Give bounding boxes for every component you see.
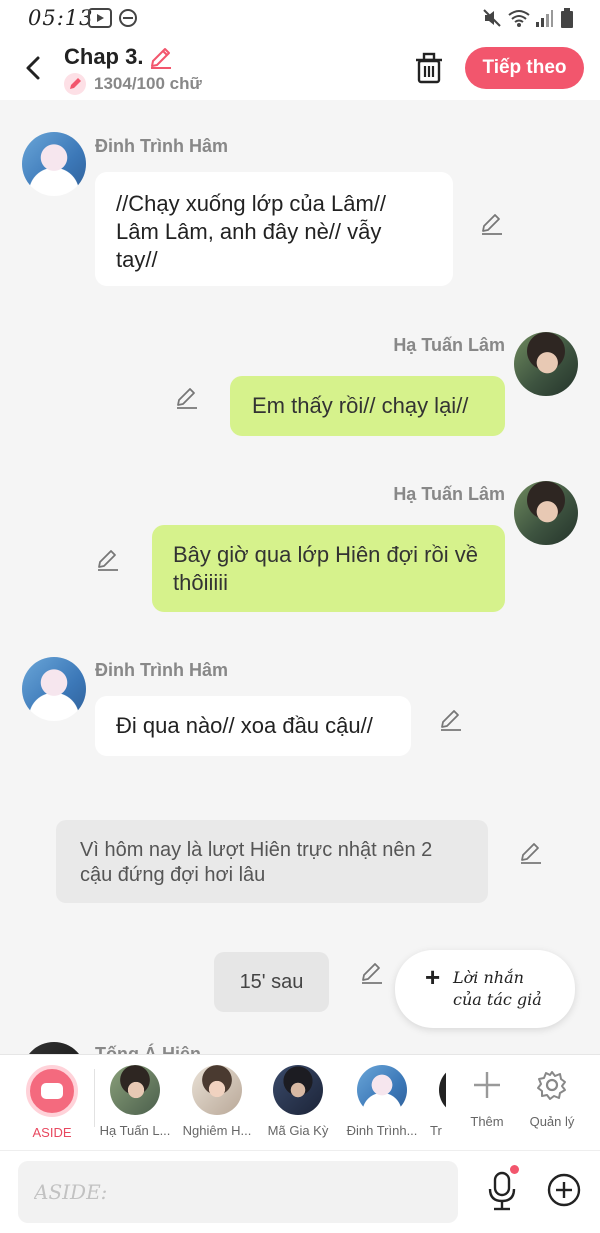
edit-narration-icon[interactable] [518,839,544,865]
character-partial[interactable]: Tr [424,1065,446,1138]
author-note-label: Lời nhắn [453,968,524,987]
narration-line: Vì hôm nay là lượt Hiên trực nhật nên 2 [80,839,433,861]
message-bubble[interactable]: Em thấy rồi// chạy lại// [230,376,505,436]
narration-line: cậu đứng đợi hơi lâu [80,864,266,886]
avatar-dinh-trinh-ham[interactable] [22,657,86,721]
speaker-name: Hạ Tuấn Lâm [393,484,505,504]
status-time: 05:13 [28,6,94,30]
avatar-ha-tuan-lam[interactable] [514,332,578,396]
message-bubble[interactable]: Đi qua nào// xoa đầu cậu// [95,696,411,756]
message-bubble[interactable]: Bây giờ qua lớp Hiên đợi rồi về thôiiiii [152,525,505,612]
character-nghiem-hao-tuong[interactable]: Nghiêm H... [177,1065,257,1138]
speaker-name: Tống Á Hiên [95,1044,201,1054]
mute-icon [483,9,501,27]
add-character-button[interactable]: Thêm [460,1069,514,1129]
back-arrow-icon[interactable] [18,50,50,86]
character-name: Mã Gia Kỳ [267,1123,329,1138]
character-name: Nghiêm H... [182,1123,252,1138]
avatar [110,1065,160,1115]
character-ha-tuan-lam[interactable]: Hạ Tuấn L... [95,1065,175,1138]
manage-label: Quản lý [529,1114,575,1129]
word-count: 1304/100 chữ [94,74,202,93]
edit-title-icon[interactable] [148,44,174,70]
microphone-icon[interactable] [484,1169,520,1213]
character-dinh-trinh-ham[interactable]: Đinh Trình... [342,1065,422,1138]
character-ma-gia-ky[interactable]: Mã Gia Kỳ [258,1065,338,1138]
manage-button[interactable]: Quản lý [524,1069,580,1129]
next-button[interactable]: Tiếp theo [465,47,584,89]
chapter-title[interactable]: Chap 3. [64,44,143,70]
avatar-ha-tuan-lam[interactable] [514,481,578,545]
battery-icon [561,8,573,28]
character-name: Hạ Tuấn L... [99,1123,171,1138]
narration-block[interactable]: Vì hôm nay là lượt Hiên trực nhật nên 2 … [56,820,488,903]
edit-message-icon[interactable] [438,706,464,732]
trash-icon[interactable] [412,50,446,86]
author-note-label: của tác giả [453,990,542,1009]
aside-icon [41,1083,63,1099]
edit-message-icon[interactable] [479,210,505,236]
aside-tab-label: ASIDE [32,1125,72,1140]
message-line: Đi qua nào// xoa đầu cậu// [116,713,373,738]
word-count-badge [64,73,86,95]
avatar-tong-a-hien[interactable] [22,1042,86,1054]
speaker-name: Hạ Tuấn Lâm [393,335,505,355]
time-skip-chip[interactable]: 15' sau [214,952,329,1012]
speaker-name: Đinh Trình Hâm [95,136,229,156]
input-bar [0,1150,600,1233]
status-bar: 05:13 [0,0,600,36]
pencil-icon [70,78,81,89]
avatar [439,1065,446,1115]
gear-icon [537,1071,566,1100]
message-line: Bây giờ qua lớp Hiên đợi rồi về [173,542,478,567]
notification-dot [510,1165,519,1174]
avatar [357,1065,407,1115]
message-line: thôiiiii [173,570,229,595]
wifi-icon [508,10,530,27]
signal-icon [536,10,553,27]
do-not-disturb-icon [119,9,137,27]
aside-tab-button[interactable] [26,1065,78,1117]
aside-input[interactable] [18,1161,458,1223]
character-name: Đinh Trình... [346,1123,418,1138]
speaker-name: Đinh Trình Hâm [95,660,229,680]
message-line: Lâm Lâm, anh đây nè// vẫy [116,219,382,244]
message-line: Em thấy rồi// chạy lại// [252,393,469,418]
message-line: tay// [116,247,158,272]
edit-time-chip-icon[interactable] [359,959,385,985]
edit-message-icon[interactable] [95,546,121,572]
message-bubble[interactable]: //Chạy xuống lớp của Lâm// Lâm Lâm, anh … [95,172,453,286]
message-line: //Chạy xuống lớp của Lâm// [116,191,387,216]
avatar-dinh-trinh-ham[interactable] [22,132,86,196]
plus-icon [474,1072,500,1098]
avatar [273,1065,323,1115]
edit-message-icon[interactable] [174,384,200,410]
video-player-icon [88,8,112,28]
avatar [192,1065,242,1115]
plus-icon: + [425,962,441,992]
chat-area[interactable]: Đinh Trình Hâm //Chạy xuống lớp của Lâm/… [0,100,600,1054]
character-bar: ASIDE Hạ Tuấn L... Nghiêm H... Mã Gia Kỳ… [0,1054,600,1150]
add-circle-icon[interactable] [545,1171,583,1209]
author-note-button[interactable]: + Lời nhắn của tác giả [395,950,575,1028]
editor-header: Chap 3. 1304/100 chữ Tiếp theo [0,36,600,100]
character-name: Tr [430,1123,442,1138]
add-label: Thêm [470,1114,504,1129]
